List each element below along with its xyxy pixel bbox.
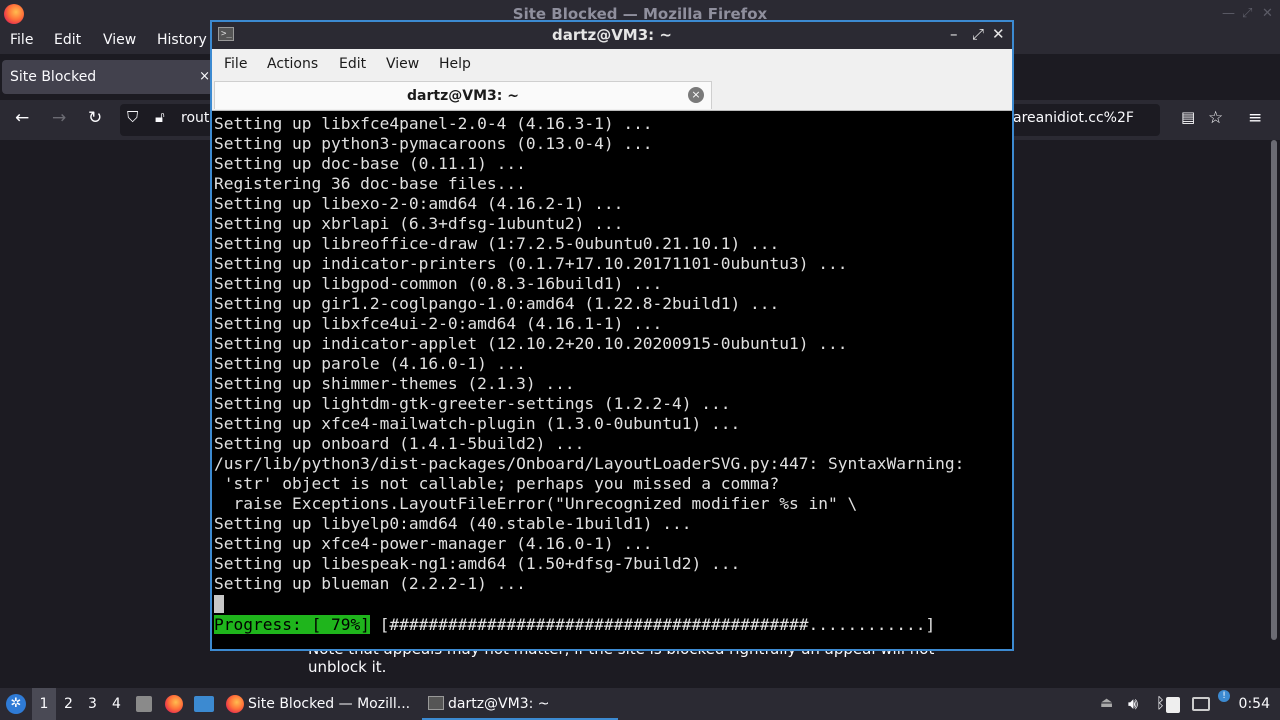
- bluetooth-icon[interactable]: ᛒ: [1156, 694, 1165, 712]
- terminal-line: Setting up libxfce4ui-2-0:amd64 (4.16.1-…: [214, 314, 663, 333]
- menu-edit[interactable]: Edit: [54, 32, 81, 48]
- menu-view[interactable]: View: [103, 32, 136, 48]
- terminal-app-icon: >_: [218, 27, 234, 41]
- terminal-titlebar[interactable]: dartz@VM3: ~: [212, 22, 1012, 49]
- task-firefox-label: Site Blocked — Mozill...: [248, 696, 411, 712]
- desktop-icon[interactable]: [194, 696, 214, 712]
- terminal-tab-label: dartz@VM3: ~: [407, 88, 519, 104]
- start-menu-icon[interactable]: ✲: [6, 694, 26, 714]
- terminal-line: Setting up onboard (1.4.1-5build2) ...: [214, 434, 585, 453]
- terminal-line: Setting up libxfce4panel-2.0-4 (4.16.3-1…: [214, 114, 653, 133]
- firefox-icon: [226, 695, 244, 713]
- terminal-menu-view[interactable]: View: [386, 56, 419, 72]
- url-text-start: rout: [181, 110, 210, 126]
- maximize-icon[interactable]: ⤢: [1242, 6, 1252, 21]
- terminal-line: Setting up xfce4-power-manager (4.16.0-1…: [214, 534, 653, 553]
- terminal-close-icon[interactable]: ✕: [992, 25, 1005, 43]
- terminal-line: Setting up xbrlapi (6.3+dfsg-1ubuntu2) .…: [214, 214, 624, 233]
- terminal-line: Setting up shimmer-themes (2.1.3) ...: [214, 374, 575, 393]
- terminal-maximize-icon[interactable]: ⤢: [972, 25, 984, 43]
- apt-progress-line: Progress: [ 79%] [######################…: [214, 615, 945, 635]
- terminal-line: Setting up indicator-applet (12.10.2+20.…: [214, 334, 848, 353]
- terminal-cursor: [214, 595, 224, 613]
- terminal-minimize-icon[interactable]: –: [950, 25, 958, 43]
- terminal-window[interactable]: dartz@VM3: ~ >_ – ⤢ ✕ File Actions Edit …: [210, 20, 1014, 651]
- terminal-tab[interactable]: dartz@VM3: ~: [214, 81, 712, 109]
- bookmark-star-icon[interactable]: ☆: [1208, 108, 1223, 128]
- file-manager-icon[interactable]: [136, 696, 152, 712]
- back-icon[interactable]: ←: [15, 108, 29, 128]
- workspace-2[interactable]: 2: [64, 696, 73, 712]
- tab-close-icon[interactable]: ×: [199, 60, 210, 94]
- taskbar: ✲ 1 2 3 4 Site Blocked — Mozill... dartz…: [0, 688, 1280, 720]
- close-icon[interactable]: ✕: [1262, 6, 1273, 21]
- terminal-line: raise Exceptions.LayoutFileError("Unreco…: [214, 494, 858, 513]
- terminal-line: Setting up libespeak-ng1:amd64 (1.50+dfs…: [214, 554, 741, 573]
- eject-icon[interactable]: ⏏: [1100, 695, 1113, 711]
- workspace-3[interactable]: 3: [88, 696, 97, 712]
- tab-title: Site Blocked: [10, 69, 97, 85]
- terminal-line: Setting up libexo-2-0:amd64 (4.16.2-1) .…: [214, 194, 624, 213]
- firefox-logo-icon: [4, 4, 24, 24]
- terminal-tab-close-icon[interactable]: ×: [688, 87, 704, 103]
- volume-icon[interactable]: 🔊︎: [1128, 694, 1138, 714]
- workspace-1[interactable]: 1: [32, 688, 56, 720]
- terminal-line: Setting up indicator-printers (0.1.7+17.…: [214, 254, 848, 273]
- forward-icon[interactable]: →: [52, 108, 66, 128]
- progress-bar-text: [#######################################…: [369, 615, 945, 634]
- terminal-line: Registering 36 doc-base files...: [214, 174, 526, 193]
- terminal-menu-help[interactable]: Help: [439, 56, 471, 72]
- reload-icon[interactable]: ↻: [88, 108, 102, 128]
- workspace-4[interactable]: 4: [112, 696, 121, 712]
- terminal-output[interactable]: Setting up libxfce4panel-2.0-4 (4.16.3-1…: [214, 114, 1010, 614]
- clock[interactable]: 0:54: [1239, 696, 1270, 712]
- terminal-line: Setting up lightdm-gtk-greeter-settings …: [214, 394, 731, 413]
- url-text-end: areanidiot.cc%2F: [1013, 110, 1134, 126]
- terminal-menu-actions[interactable]: Actions: [267, 56, 318, 72]
- notification-icon[interactable]: !: [1218, 690, 1230, 702]
- clipboard-icon[interactable]: [1166, 697, 1180, 713]
- menu-history[interactable]: History: [157, 32, 207, 48]
- terminal-line: Setting up xfce4-mailwatch-plugin (1.3.0…: [214, 414, 741, 433]
- page-scrollbar[interactable]: [1271, 140, 1277, 640]
- task-terminal[interactable]: dartz@VM3: ~: [422, 688, 618, 720]
- display-icon[interactable]: [1192, 697, 1210, 711]
- shield-icon[interactable]: ⛉: [127, 108, 138, 126]
- terminal-line: Setting up libgpod-common (0.8.3-16build…: [214, 274, 663, 293]
- terminal-line: /usr/lib/python3/dist-packages/Onboard/L…: [214, 454, 965, 473]
- terminal-line: Setting up blueman (2.2.2-1) ...: [214, 574, 526, 593]
- firefox-launcher-icon[interactable]: [165, 695, 183, 713]
- minimize-icon[interactable]: —: [1222, 6, 1235, 21]
- terminal-menubar: File Actions Edit View Help: [212, 49, 1012, 79]
- terminal-line: Setting up doc-base (0.11.1) ...: [214, 154, 526, 173]
- lock-icon[interactable]: 🔓︎: [155, 108, 165, 126]
- terminal-line: Setting up gir1.2-coglpango-1.0:amd64 (1…: [214, 294, 780, 313]
- terminal-window-title: dartz@VM3: ~: [552, 26, 672, 44]
- reader-mode-icon[interactable]: ▤: [1181, 108, 1195, 126]
- task-firefox[interactable]: Site Blocked — Mozill...: [222, 688, 420, 720]
- terminal-line: Setting up libyelp0:amd64 (40.stable-1bu…: [214, 514, 692, 533]
- task-terminal-label: dartz@VM3: ~: [448, 696, 550, 712]
- terminal-line: Setting up python3-pymacaroons (0.13.0-4…: [214, 134, 653, 153]
- terminal-menu-file[interactable]: File: [224, 56, 247, 72]
- terminal-line: Setting up libreoffice-draw (1:7.2.5-0ub…: [214, 234, 780, 253]
- terminal-line: Setting up parole (4.16.0-1) ...: [214, 354, 526, 373]
- tab-site-blocked[interactable]: Site Blocked ×: [2, 60, 216, 94]
- menu-file[interactable]: File: [10, 32, 33, 48]
- progress-label: Progress: [ 79%]: [214, 615, 370, 634]
- terminal-icon: [428, 696, 444, 710]
- hamburger-menu-icon[interactable]: ≡: [1248, 108, 1262, 128]
- terminal-menu-edit[interactable]: Edit: [339, 56, 366, 72]
- terminal-line: 'str' object is not callable; perhaps yo…: [214, 474, 780, 493]
